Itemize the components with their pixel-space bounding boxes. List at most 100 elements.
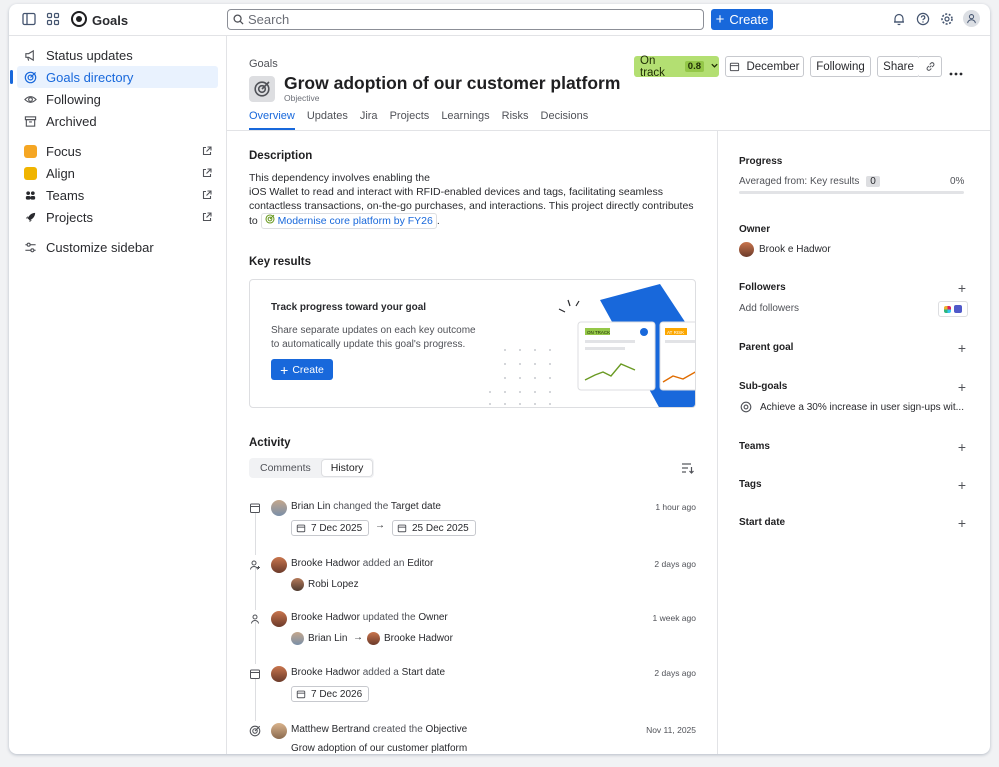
page-subtitle: Objective [284, 93, 320, 103]
key-results-illustration: ON TRACK AT RISK [489, 284, 695, 407]
sidebar-app-align[interactable]: Align [17, 162, 218, 184]
add-start-date-plus-icon[interactable]: + [958, 516, 966, 530]
external-link-icon[interactable] [202, 188, 212, 203]
owner-chip[interactable]: Brook e Hadwor [739, 242, 831, 257]
app-name[interactable]: Goals [92, 13, 128, 28]
tab-history[interactable]: History [321, 460, 373, 476]
sort-icon[interactable] [681, 462, 694, 477]
sidebar-item-following[interactable]: Following [17, 88, 218, 110]
sidebar-app-focus[interactable]: Focus [17, 140, 218, 162]
notifications-bell-icon[interactable] [892, 12, 906, 26]
person-chip[interactable]: Brooke Hadwor [367, 632, 453, 645]
following-button[interactable]: Following [810, 56, 871, 77]
tab-comments[interactable]: Comments [251, 460, 320, 476]
activity-target: Editor [407, 558, 434, 569]
activity-time: 2 days ago [654, 668, 696, 678]
add-parent-goal-plus-icon[interactable]: + [958, 341, 966, 355]
avatar[interactable] [271, 557, 287, 573]
help-icon[interactable] [916, 12, 930, 26]
person-chip[interactable]: Brian Lin [291, 632, 347, 645]
sidebar-toggle-icon[interactable] [22, 12, 36, 26]
external-link-icon[interactable] [202, 144, 212, 159]
tab-risks[interactable]: Risks [502, 110, 529, 130]
timeline-line [255, 677, 256, 721]
sidebar-item-archived[interactable]: Archived [17, 110, 218, 132]
activity-user[interactable]: Brooke Hadwor [291, 612, 360, 623]
add-sub-goal-plus-icon[interactable]: + [958, 380, 966, 394]
goals-logo-icon[interactable] [71, 11, 87, 27]
external-link-icon[interactable] [202, 166, 212, 181]
goal-target-icon [22, 69, 38, 85]
linked-goal-chip[interactable]: Modernise core platform by FY26 [260, 213, 437, 229]
calendar-icon [250, 669, 260, 679]
sidebar-app-teams[interactable]: Teams [17, 184, 218, 206]
avatar[interactable] [271, 666, 287, 682]
activity-entry: Brooke Hadwor added a Start date 2 days … [249, 665, 696, 722]
activity-user[interactable]: Brooke Hadwor [291, 667, 360, 678]
key-results-card-title: Track progress toward your goal [271, 302, 427, 313]
key-results-card-line: Share separate updates on each key outco… [271, 325, 476, 336]
add-followers-link[interactable]: Add followers [739, 303, 799, 314]
add-tag-plus-icon[interactable]: + [958, 478, 966, 492]
add-team-plus-icon[interactable]: + [958, 440, 966, 454]
activity-entry: Matthew Bertrand created the Objective N… [249, 722, 696, 754]
activity-text: Brooke Hadwor added an Editor [291, 558, 433, 569]
more-options-icon[interactable] [949, 64, 963, 79]
tab-updates[interactable]: Updates [307, 110, 348, 130]
avatar[interactable] [271, 723, 287, 739]
external-link-icon[interactable] [202, 210, 212, 225]
sub-goal-item[interactable]: Achieve a 30% increase in user sign-ups … [740, 401, 964, 413]
activity-text: Brooke Hadwor updated the Owner [291, 612, 448, 623]
status-dropdown[interactable]: On track 0.8 [634, 55, 719, 79]
date-chip: 7 Dec 2025 [291, 520, 370, 536]
activity-user[interactable]: Brooke Hadwor [291, 558, 360, 569]
sidebar-app-projects[interactable]: Projects [17, 206, 218, 228]
owner-name: Brook e Hadwor [759, 244, 831, 255]
main-content: Goals Grow adoption of our customer plat… [227, 36, 990, 754]
app-switcher-icon[interactable] [46, 12, 60, 26]
teams-app-icon [954, 305, 962, 313]
user-avatar-icon[interactable] [963, 10, 980, 27]
tab-learnings[interactable]: Learnings [441, 110, 489, 130]
activity-time: 2 days ago [654, 559, 696, 569]
objective-icon [249, 76, 275, 102]
search-bar[interactable] [227, 9, 704, 30]
calendar-icon [250, 503, 260, 513]
add-follower-plus-icon[interactable]: + [958, 281, 966, 295]
activity-target: Start date [401, 667, 445, 678]
create-button[interactable]: + Create [711, 9, 773, 30]
calendar-icon [397, 524, 407, 533]
arrow-right-icon: → [353, 632, 363, 643]
status-score-badge: 0.8 [684, 61, 704, 72]
sidebar-item-goals-directory[interactable]: Goals directory [10, 66, 218, 88]
tags-heading: Tags [739, 479, 762, 490]
settings-gear-icon[interactable] [940, 12, 954, 26]
tab-overview[interactable]: Overview [249, 110, 295, 130]
activity-user[interactable]: Matthew Bertrand [291, 724, 370, 735]
sidebar-item-label: Goals directory [46, 69, 134, 85]
tab-jira[interactable]: Jira [360, 110, 378, 130]
activity-user[interactable]: Brian Lin [291, 501, 330, 512]
target-date-button[interactable]: December [725, 56, 804, 77]
avatar[interactable] [271, 500, 287, 516]
search-input[interactable] [248, 12, 688, 27]
sidebar-item-status-updates[interactable]: Status updates [17, 44, 218, 66]
breadcrumb[interactable]: Goals [249, 58, 278, 70]
tab-projects[interactable]: Projects [390, 110, 430, 130]
app-window: Goals + Create Status updates Go [9, 4, 990, 754]
create-button-label: Create [729, 12, 769, 27]
progress-heading: Progress [739, 156, 783, 167]
avatar[interactable] [271, 611, 287, 627]
person-chip[interactable]: Robi Lopez [291, 578, 359, 591]
description-line: iOS Wallet to read and interact with RFI… [249, 186, 663, 198]
share-button[interactable]: Share [877, 56, 920, 77]
tab-decisions[interactable]: Decisions [541, 110, 589, 130]
description-heading: Description [249, 150, 313, 162]
date-chip: 7 Dec 2026 [291, 686, 370, 702]
page-title: Grow adoption of our customer platform [284, 73, 621, 93]
owner-heading: Owner [739, 224, 771, 235]
sidebar-customize[interactable]: Customize sidebar [17, 236, 218, 258]
integrations-icon[interactable] [938, 301, 968, 317]
create-key-result-button[interactable]: + Create [271, 359, 333, 380]
copy-link-button[interactable] [919, 56, 942, 77]
